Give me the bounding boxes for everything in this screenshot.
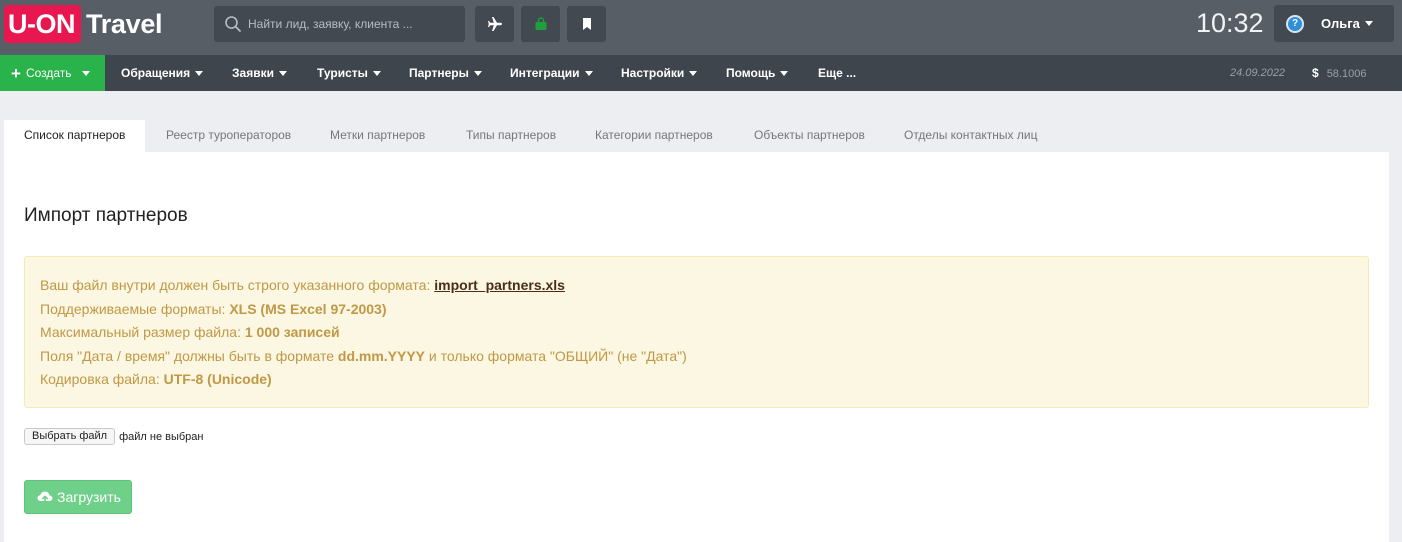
upload-label: Загрузить [57, 489, 121, 505]
chevron-down-icon [584, 71, 593, 77]
logo[interactable]: U-ON Travel [4, 5, 163, 43]
nav-item-integrations[interactable]: Интеграции [510, 55, 593, 91]
chevron-down-icon [195, 71, 204, 77]
tab-partner-categories[interactable]: Категории партнеров [595, 120, 713, 152]
currency-rate-value: 58.1006 [1326, 68, 1367, 80]
top-header: U-ON Travel 10:32 ? Ольга [0, 0, 1402, 55]
date-format-requirement: Поля "Дата / время" должны быть в формат… [40, 347, 687, 364]
nav-item-requests[interactable]: Обращения [121, 55, 204, 91]
chevron-down-icon [1364, 21, 1373, 26]
import-requirements-alert: Ваш файл внутри должен быть строго указа… [24, 256, 1369, 408]
search-input[interactable] [248, 17, 458, 31]
search-icon [225, 16, 241, 32]
airplane-icon [487, 17, 502, 31]
bookmark-icon [582, 18, 591, 30]
current-date: 24.09.2022 [1230, 67, 1286, 79]
chevron-down-icon [689, 71, 698, 77]
upload-button[interactable]: Загрузить [24, 480, 132, 514]
logo-uon: U-ON [4, 5, 81, 43]
currency-rate: $58.1006 [1312, 55, 1366, 91]
dollar-icon: $ [1312, 66, 1319, 80]
tab-partner-tags[interactable]: Метки партнеров [330, 120, 425, 152]
tours-button[interactable] [521, 6, 560, 42]
user-name: Ольга [1321, 16, 1360, 31]
nav-item-partners[interactable]: Партнеры [409, 55, 482, 91]
tab-partner-objects[interactable]: Объекты партнеров [754, 120, 865, 152]
chevron-down-icon [372, 71, 381, 77]
nav-item-more[interactable]: Еще ... [818, 55, 856, 91]
tab-contact-departments[interactable]: Отделы контактных лиц [904, 120, 1037, 152]
choose-file-button[interactable]: Выбрать файл [24, 428, 116, 445]
chevron-down-icon [473, 71, 482, 77]
main-nav: + Создать Обращения Заявки Туристы Партн… [0, 55, 1402, 91]
tab-tour-operators-registry[interactable]: Реестр туроператоров [166, 120, 291, 152]
max-file-size: Максимальный размер файла: 1 000 записей [40, 324, 340, 340]
create-button[interactable]: + Создать [0, 55, 105, 91]
cloud-upload-icon [37, 491, 53, 504]
user-avatar-icon: ? [1286, 14, 1304, 33]
nav-item-tourists[interactable]: Туристы [317, 55, 381, 91]
create-label: Создать [25, 66, 72, 80]
user-menu[interactable]: ? Ольга [1274, 5, 1394, 42]
chevron-down-icon [780, 71, 789, 77]
tab-partner-types[interactable]: Типы партнеров [466, 120, 556, 152]
bookmarks-button[interactable] [567, 6, 606, 42]
page-title: Импорт партнеров [24, 205, 188, 226]
logo-travel: Travel [86, 8, 163, 39]
nav-item-help[interactable]: Помощь [726, 55, 789, 91]
search-box[interactable] [214, 6, 465, 42]
plus-icon: + [11, 63, 21, 83]
file-picker: Выбрать файл файл не выбран [24, 428, 204, 445]
format-requirement: Ваш файл внутри должен быть строго указа… [40, 277, 565, 293]
nav-item-settings[interactable]: Настройки [621, 55, 698, 91]
shopping-bag-icon [535, 17, 546, 30]
chevron-down-icon [278, 71, 287, 77]
supported-formats: Поддерживаемые форматы: XLS (MS Excel 97… [40, 300, 387, 317]
import-panel: Импорт партнеров Ваш файл внутри должен … [4, 152, 1389, 542]
file-status: файл не выбран [119, 430, 204, 443]
tab-partner-list[interactable]: Список партнеров [4, 120, 145, 152]
flights-button[interactable] [475, 6, 514, 42]
nav-item-orders[interactable]: Заявки [232, 55, 287, 91]
chevron-down-icon [81, 70, 90, 76]
clock: 10:32 [1196, 8, 1264, 38]
template-file-link[interactable]: import_partners.xls [434, 277, 565, 293]
file-encoding: Кодировка файла: UTF-8 (Unicode) [40, 371, 272, 387]
